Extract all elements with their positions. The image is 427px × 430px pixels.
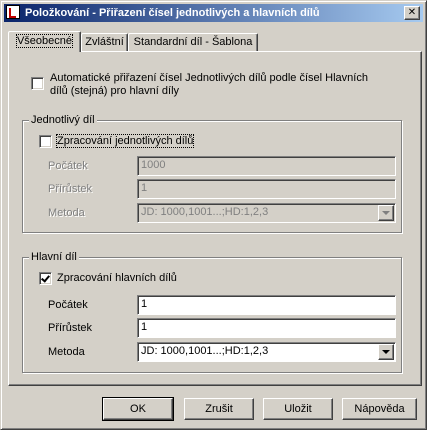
main-part-method-value: JD: 1000,1001...;HD:1,2,3 <box>141 345 269 357</box>
chevron-down-icon[interactable] <box>378 205 394 221</box>
single-part-increment-label: Přírůstek <box>48 183 93 195</box>
close-icon: ✕ <box>407 7 417 18</box>
tab-label: Všeobecné <box>15 34 74 48</box>
main-part-increment-field[interactable]: 1 <box>137 318 396 338</box>
single-part-process-label[interactable]: Zpracování jednotlivých dílů <box>55 134 195 148</box>
dialog-window: Položkování - Přiřazení čísel jednotlivý… <box>0 0 427 430</box>
save-button[interactable]: Uložit <box>263 398 333 420</box>
main-part-group-label: Hlavní díl <box>29 251 79 263</box>
ok-button[interactable]: OK <box>102 397 174 421</box>
help-button[interactable]: Nápověda <box>342 398 417 420</box>
close-button[interactable]: ✕ <box>404 6 420 20</box>
single-part-method-value: JD: 1000,1001...;HD:1,2,3 <box>141 206 269 218</box>
single-part-process-checkbox[interactable] <box>39 135 52 148</box>
main-part-method-select[interactable]: JD: 1000,1001...;HD:1,2,3 <box>137 342 396 362</box>
auto-assign-checkbox[interactable] <box>31 77 44 90</box>
single-part-start-field[interactable]: 1000 <box>137 156 396 176</box>
single-part-group-label: Jednotlivý díl <box>29 114 97 126</box>
auto-assign-label[interactable]: Automatické přiřazení čísel Jednotlivých… <box>50 72 370 98</box>
main-part-start-field[interactable]: 1 <box>137 295 396 315</box>
single-part-method-label: Metoda <box>48 207 85 219</box>
app-icon <box>6 5 20 19</box>
tab-label: Zvláštní <box>85 36 124 48</box>
main-part-process-checkbox[interactable] <box>39 272 52 285</box>
cancel-button[interactable]: Zrušit <box>184 398 254 420</box>
main-part-process-label[interactable]: Zpracování hlavních dílů <box>57 272 177 285</box>
main-part-method-label: Metoda <box>48 346 85 358</box>
single-part-method-select[interactable]: JD: 1000,1001...;HD:1,2,3 <box>137 203 396 223</box>
tab-zvlastni[interactable]: Zvláštní <box>81 33 128 51</box>
title-bar[interactable]: Položkování - Přiřazení čísel jednotlivý… <box>4 4 423 22</box>
single-part-process-text: Zpracování jednotlivých dílů <box>55 134 195 148</box>
single-part-start-label: Počátek <box>48 160 88 172</box>
chevron-down-icon[interactable] <box>378 344 394 360</box>
main-part-increment-label: Přírůstek <box>48 322 93 334</box>
tab-standardni-dil-sablona[interactable]: Standardní díl - Šablona <box>128 33 258 51</box>
window-title: Položkování - Přiřazení čísel jednotlivý… <box>25 7 320 19</box>
tab-label: Standardní díl - Šablona <box>133 36 253 48</box>
main-part-start-label: Počátek <box>48 299 88 311</box>
tab-vseobecne[interactable]: Všeobecné <box>8 31 81 52</box>
single-part-increment-field[interactable]: 1 <box>137 179 396 199</box>
